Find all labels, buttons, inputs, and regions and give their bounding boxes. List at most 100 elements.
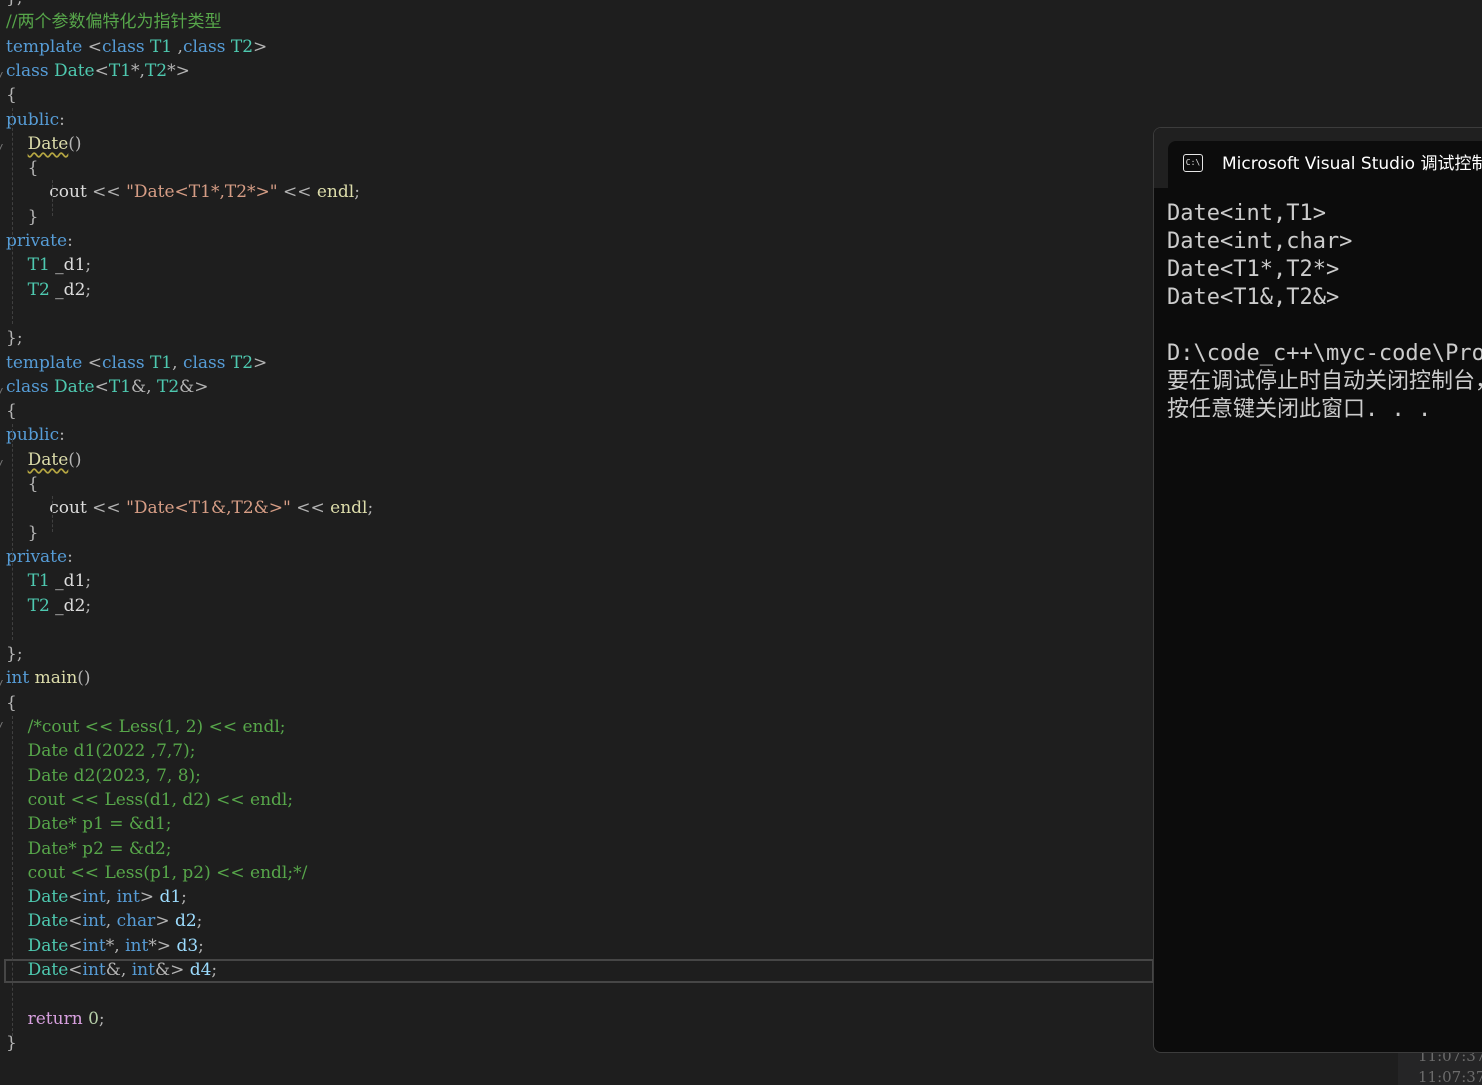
code-line: }; — [6, 326, 23, 350]
code-token: Date — [27, 911, 69, 932]
code-token: Date — [27, 133, 69, 154]
code-token: Date — [27, 960, 69, 980]
code-token: *> — [148, 935, 177, 956]
code-token: < — [68, 911, 83, 932]
code-token: > — [253, 352, 268, 373]
console-titlebar[interactable]: C:\ Microsoft Visual Studio 调试控制台 — [1154, 128, 1482, 188]
code-line: T1 _d1; — [6, 253, 92, 277]
code-line: Date* p2 = &d2; — [6, 837, 172, 861]
code-token: endl — [316, 182, 355, 203]
code-token: cout << Less(d1, d2) << endl; — [27, 789, 294, 810]
code-token: "Date<T1&,T2&>" — [126, 498, 291, 519]
code-line: Date() — [6, 448, 82, 472]
code-token: << — [290, 498, 331, 519]
console-tab[interactable]: C:\ Microsoft Visual Studio 调试控制台 — [1168, 141, 1482, 188]
code-token: << — [277, 182, 317, 203]
code-line: public: — [6, 423, 65, 447]
code-token: } — [27, 522, 39, 543]
code-token: 0 — [88, 1008, 99, 1029]
code-token: { — [6, 85, 17, 106]
code-token: _d1 — [49, 255, 86, 276]
code-line: //两个参数偏特化为指针类型 — [6, 10, 221, 34]
code-token: Date — [53, 60, 95, 81]
code-token: Date — [27, 449, 69, 470]
console-output-line: 按任意键关闭此窗口. . . — [1167, 397, 1432, 422]
code-token: T1 — [108, 60, 132, 81]
indent-guide — [52, 496, 53, 532]
code-token: ; — [16, 328, 23, 349]
code-token: return — [27, 1008, 83, 1029]
code-token: ; — [181, 887, 187, 908]
code-token: public — [6, 109, 60, 130]
code-token: ; — [85, 595, 92, 616]
code-token: Date — [27, 887, 69, 908]
code-token: &, — [105, 960, 132, 980]
code-token: < — [94, 60, 109, 81]
code-token: Date d2(2023, 7, 8); — [27, 765, 201, 786]
code-line: { — [6, 83, 17, 107]
code-token: << — [86, 182, 127, 203]
console-app-icon: C:\ — [1183, 154, 1203, 172]
code-token: int — [82, 960, 106, 980]
console-output-line: Date<T1&,T2&> — [1167, 285, 1340, 310]
code-token: *, — [131, 60, 145, 81]
code-token: << — [86, 498, 127, 519]
code-line: Date* p1 = &d1; — [6, 812, 172, 836]
code-token: ; — [85, 255, 92, 276]
indent-guide — [12, 424, 13, 640]
console-output[interactable]: Date<int,T1> Date<int,char> Date<T1*,T2*… — [1167, 200, 1482, 424]
code-token: < — [82, 36, 103, 57]
code-line: private: — [6, 545, 73, 569]
code-token: ; — [17, 0, 23, 8]
code-token: _d2 — [49, 279, 86, 300]
code-line: int main() — [6, 666, 91, 690]
code-token: d1 — [159, 887, 182, 908]
code-line: } — [6, 205, 39, 229]
code-token: &> — [179, 376, 209, 397]
code-token: ; — [354, 182, 360, 203]
code-token: T1 — [27, 255, 50, 276]
code-token: Date* p1 = &d1; — [27, 814, 172, 835]
code-token: public — [6, 425, 60, 446]
code-token: > — [253, 36, 268, 57]
code-line: cout << Less(d1, d2) << endl; — [6, 788, 293, 812]
indent-guide — [12, 716, 13, 1036]
code-line: T2 _d2; — [6, 594, 92, 618]
console-output-line: Date<int,T1> — [1167, 201, 1326, 226]
code-token: ; — [85, 571, 92, 592]
indent-guide — [12, 108, 13, 324]
console-output-line: Date<T1*,T2*> — [1167, 257, 1340, 282]
code-token: () — [68, 449, 82, 470]
code-token: d3 — [176, 935, 199, 956]
code-token: { — [27, 158, 39, 179]
code-line: } — [6, 521, 39, 545]
code-token: > — [155, 911, 175, 932]
code-token: T2 — [156, 376, 180, 397]
code-line: public: — [6, 108, 65, 132]
code-token: } — [27, 206, 39, 227]
code-token: main — [34, 668, 78, 689]
code-token: int — [131, 960, 155, 980]
code-token: &> — [154, 960, 190, 980]
debug-console-window[interactable]: C:\ Microsoft Visual Studio 调试控制台 Date<i… — [1153, 127, 1482, 1053]
code-token: < — [68, 935, 83, 956]
code-line: Date d1(2022 ,7,7); — [6, 739, 196, 763]
code-token: int — [6, 668, 30, 689]
code-line: class Date<T1&, T2&> — [6, 375, 209, 399]
code-token: int — [82, 887, 106, 908]
code-token: ; — [367, 498, 374, 519]
code-token: ; — [198, 935, 204, 956]
code-line: { — [6, 156, 39, 180]
